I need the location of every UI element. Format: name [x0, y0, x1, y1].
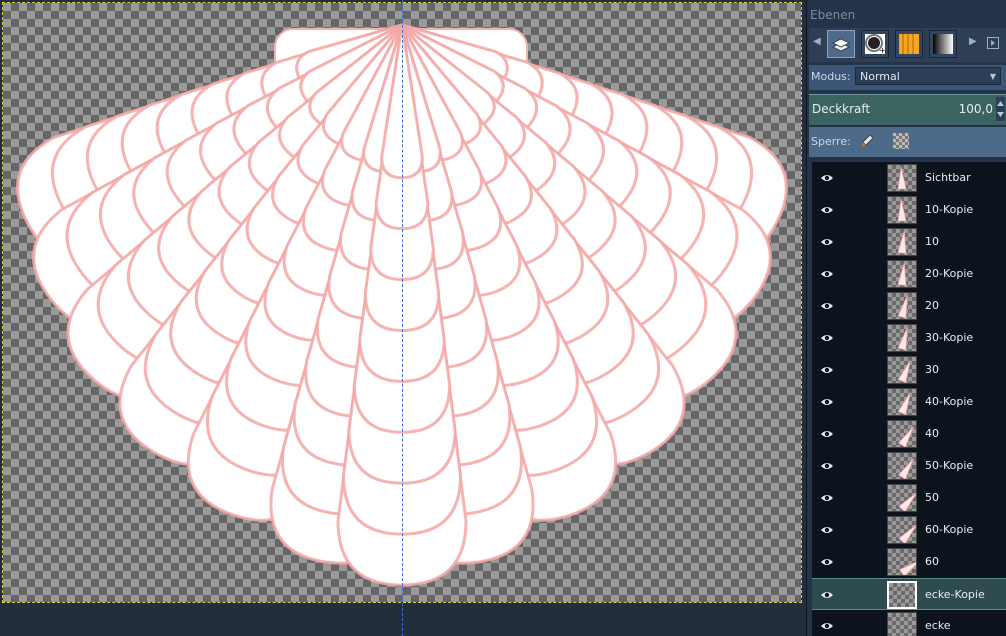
mode-select[interactable]: Normal ▼ — [855, 67, 1001, 85]
layer-name: 30-Kopie — [925, 331, 974, 344]
layer-thumbnail[interactable] — [887, 356, 917, 384]
pattern-tab-icon[interactable] — [895, 30, 923, 58]
layer-row[interactable]: 30-Kopie — [812, 322, 1006, 354]
layer-name: 10 — [925, 235, 939, 248]
layer-name: 10-Kopie — [925, 203, 974, 216]
layer-thumbnail[interactable] — [887, 612, 917, 636]
eye-icon[interactable] — [820, 428, 834, 440]
layer-thumbnail[interactable] — [887, 516, 917, 544]
tab-scroll-right-icon[interactable]: ▶ — [969, 36, 977, 47]
layer-row[interactable]: 40-Kopie — [812, 386, 1006, 418]
layer-thumbnail[interactable] — [887, 196, 917, 224]
eye-icon[interactable] — [820, 492, 834, 504]
lock-label: Sperre: — [811, 135, 851, 148]
layers-tab-icon[interactable] — [827, 30, 855, 58]
layer-thumbnail[interactable] — [887, 452, 917, 480]
layer-row[interactable]: 20-Kopie — [812, 258, 1006, 290]
opacity-spin-buttons[interactable] — [996, 97, 1005, 121]
layer-name: 30 — [925, 363, 939, 376]
eye-icon[interactable] — [820, 268, 834, 280]
eye-icon[interactable] — [820, 556, 834, 568]
layers-dock: Ebenen ◀ + ▶ Modus: Normal ▼ Deckkraft 1… — [806, 0, 1006, 636]
layer-name: 40 — [925, 427, 939, 440]
layer-name: Sichtbar — [925, 171, 971, 184]
layer-row[interactable]: 30 — [812, 354, 1006, 386]
layer-row[interactable]: 10 — [812, 226, 1006, 258]
dock-tab-bar: ◀ + ▶ — [809, 28, 1006, 62]
layer-name: 60-Kopie — [925, 523, 974, 536]
layer-name: ecke — [925, 619, 951, 632]
layer-thumbnail[interactable] — [887, 388, 917, 416]
eye-icon[interactable] — [820, 396, 834, 408]
layer-row[interactable]: 40 — [812, 418, 1006, 450]
layer-thumbnail[interactable] — [887, 484, 917, 512]
gradient-tab-icon[interactable] — [929, 30, 957, 58]
vertical-guide[interactable] — [402, 0, 403, 636]
svg-text:+: + — [879, 46, 886, 55]
layer-thumbnail[interactable] — [887, 324, 917, 352]
layer-name: ecke-Kopie — [925, 588, 985, 601]
layer-name: 50-Kopie — [925, 459, 974, 472]
layer-thumbnail[interactable] — [887, 581, 917, 609]
brush-tab-icon[interactable]: + — [861, 30, 889, 58]
layer-row[interactable]: Sichtbar — [812, 162, 1006, 194]
layer-row[interactable]: 50-Kopie — [812, 450, 1006, 482]
eye-icon[interactable] — [820, 524, 834, 536]
mode-value: Normal — [860, 70, 900, 83]
eye-icon[interactable] — [820, 364, 834, 376]
layer-row[interactable]: ecke-Kopie — [812, 578, 1006, 610]
layer-row[interactable]: 20 — [812, 290, 1006, 322]
eye-icon[interactable] — [820, 300, 834, 312]
layer-thumbnail[interactable] — [887, 260, 917, 288]
layer-row[interactable]: ecke — [812, 610, 1006, 636]
eye-icon[interactable] — [820, 460, 834, 472]
layer-name: 20-Kopie — [925, 267, 974, 280]
lock-alpha-icon[interactable] — [893, 133, 909, 149]
panel-title: Ebenen — [810, 8, 856, 22]
layer-thumbnail[interactable] — [887, 164, 917, 192]
layer-thumbnail[interactable] — [887, 420, 917, 448]
layer-row[interactable]: 60-Kopie — [812, 514, 1006, 546]
lock-row: Sperre: — [809, 127, 1006, 157]
layer-row[interactable]: 10-Kopie — [812, 194, 1006, 226]
mode-label: Modus: — [811, 70, 851, 83]
dock-menu-icon[interactable] — [987, 37, 999, 49]
layer-name: 40-Kopie — [925, 395, 974, 408]
layer-thumbnail[interactable] — [887, 548, 917, 576]
eye-icon[interactable] — [820, 172, 834, 184]
opacity-label: Deckkraft — [812, 102, 871, 116]
eye-icon[interactable] — [820, 204, 834, 216]
eye-icon[interactable] — [820, 332, 834, 344]
image-canvas-area[interactable] — [0, 0, 806, 636]
eye-icon[interactable] — [820, 620, 834, 632]
layer-name: 60 — [925, 555, 939, 568]
tab-scroll-left-icon[interactable]: ◀ — [813, 36, 821, 47]
layer-row[interactable]: 50 — [812, 482, 1006, 514]
layer-thumbnail[interactable] — [887, 292, 917, 320]
opacity-value: 100,0 — [958, 102, 993, 116]
eye-icon[interactable] — [820, 589, 834, 601]
layer-name: 50 — [925, 491, 939, 504]
eye-icon[interactable] — [820, 236, 834, 248]
layer-row[interactable]: 60 — [812, 546, 1006, 578]
layer-name: 20 — [925, 299, 939, 312]
layer-thumbnail[interactable] — [887, 228, 917, 256]
opacity-slider[interactable]: Deckkraft 100,0 — [809, 94, 1006, 126]
layer-list[interactable]: Sichtbar 10-Kopie 10 20-Kopie 20 30-Kopie 30 40… — [812, 162, 1006, 636]
lock-paint-icon[interactable] — [859, 133, 875, 149]
chevron-down-icon: ▼ — [989, 72, 996, 81]
mode-row: Modus: Normal ▼ — [809, 65, 1006, 90]
